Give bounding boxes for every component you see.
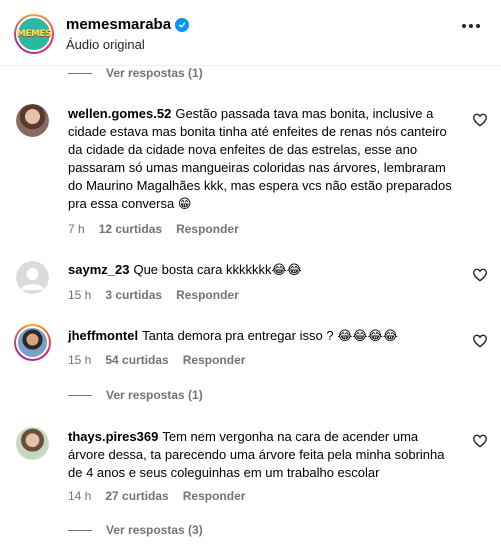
replies-divider-line [68,72,92,74]
view-replies-link[interactable]: Ver respostas (1) [68,388,203,402]
view-replies-label[interactable]: Ver respostas (1) [106,66,203,80]
comment-text: Gestão passada tava mas bonita, inclusiv… [68,106,452,211]
replies-divider-line [68,394,92,396]
comment-username[interactable]: wellen.gomes.52 [68,106,171,121]
default-avatar-icon [16,261,49,294]
account-username-row[interactable]: memesmaraba [66,16,190,33]
post-header: MEMES memesmaraba Áudio original [0,0,501,66]
comment-body: thays.pires369 Tem nem vergonha na cara d… [68,428,458,482]
like-heart-icon[interactable] [472,267,488,283]
view-replies-link[interactable]: Ver respostas (3) [68,523,203,537]
like-heart-icon[interactable] [472,433,488,449]
audio-subtitle[interactable]: Áudio original [66,37,145,52]
comment-time: 7 h [68,222,85,236]
comment-meta: 15 h 3 curtidas Responder [68,288,239,302]
reply-button[interactable]: Responder [183,353,246,367]
account-avatar-logo: MEMES [16,16,52,52]
comment-meta: 7 h 12 curtidas Responder [68,222,239,236]
comment-meta: 15 h 54 curtidas Responder [68,353,245,367]
account-username[interactable]: memesmaraba [66,16,171,33]
commenter-avatar[interactable] [16,427,49,460]
comment-text: Que bosta cara kkkkkkk [133,262,272,277]
like-heart-icon[interactable] [472,333,488,349]
account-avatar[interactable]: MEMES [14,14,54,54]
comment-likes[interactable]: 3 curtidas [105,288,162,302]
comment-time: 14 h [68,489,92,503]
comment-likes[interactable]: 12 curtidas [99,222,162,236]
comment-emojis: 😂😂😂😂 [337,329,398,344]
comment-text: Tanta demora pra entregar isso ? [142,328,334,343]
comment-username[interactable]: saymz_23 [68,262,129,277]
reply-button[interactable]: Responder [176,288,239,302]
commenter-avatar[interactable] [16,261,49,294]
verified-badge-icon [175,17,190,32]
comment-emojis: 😂😂 [271,263,302,278]
comment-meta: 14 h 27 curtidas Responder [68,489,245,503]
commenter-avatar[interactable] [16,104,49,137]
comment-time: 15 h [68,353,92,367]
commenter-avatar[interactable] [14,324,51,361]
comment-body: saymz_23 Que bosta cara kkkkkkk😂😂 [68,261,458,280]
like-heart-icon[interactable] [472,112,488,128]
reply-button[interactable]: Responder [176,222,239,236]
comment-username[interactable]: thays.pires369 [68,429,158,444]
comment-username[interactable]: jheffmontel [68,328,138,343]
view-replies-label[interactable]: Ver respostas (1) [106,388,203,402]
view-replies-link[interactable]: Ver respostas (1) [68,66,203,80]
comment-emojis: 😁 [177,197,192,212]
view-replies-label[interactable]: Ver respostas (3) [106,523,203,537]
comment-likes[interactable]: 54 curtidas [105,353,168,367]
replies-divider-line [68,529,92,531]
comment-body: jheffmontel Tanta demora pra entregar iss… [68,327,458,346]
reply-button[interactable]: Responder [183,489,246,503]
more-options-icon[interactable] [462,24,480,28]
comment-body: wellen.gomes.52 Gestão passada tava mas b… [68,105,458,214]
comment-likes[interactable]: 27 curtidas [105,489,168,503]
comment-time: 15 h [68,288,92,302]
